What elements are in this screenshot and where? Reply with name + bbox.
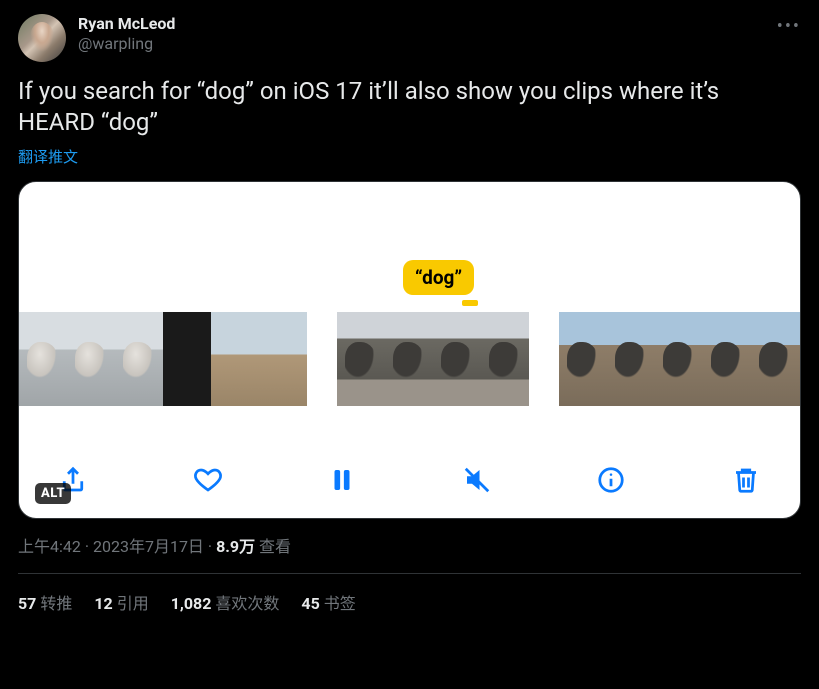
thumbnail (67, 312, 115, 406)
stat-quotes[interactable]: 12引用 (94, 590, 148, 614)
avatar[interactable] (18, 14, 66, 62)
tweet-text: If you search for “dog” on iOS 17 it’ll … (18, 76, 801, 138)
media-toolbar (19, 462, 800, 498)
thumbnail (259, 312, 307, 406)
handle[interactable]: @warpling (78, 34, 175, 54)
media-card[interactable]: “dog” (18, 181, 801, 519)
thumbnail (607, 312, 655, 406)
thumbnail (751, 312, 799, 406)
thumbnail (211, 312, 259, 406)
tweet-stats: 57转推 12引用 1,082喜欢次数 45书签 (18, 574, 801, 614)
tweet: Ryan McLeod @warpling ••• If you search … (0, 0, 819, 614)
tweet-time[interactable]: 上午4:42 (18, 537, 81, 556)
translate-link[interactable]: 翻译推文 (18, 146, 801, 167)
thumbnail (433, 312, 481, 406)
clip-group (559, 312, 800, 406)
tweet-date[interactable]: 2023年7月17日 (93, 537, 204, 556)
display-name[interactable]: Ryan McLeod (78, 14, 175, 34)
stat-likes[interactable]: 1,082喜欢次数 (171, 590, 280, 614)
caption-tick (462, 300, 478, 306)
thumbnail (799, 312, 800, 406)
thumbnail (703, 312, 751, 406)
thumbnail (337, 312, 385, 406)
caption-bubble: “dog” (403, 260, 474, 295)
video-timeline[interactable] (19, 312, 800, 406)
thumbnail (655, 312, 703, 406)
thumbnail (481, 312, 529, 406)
thumbnail (385, 312, 433, 406)
stat-bookmarks[interactable]: 45书签 (301, 590, 355, 614)
alt-badge[interactable]: ALT (35, 483, 71, 504)
thumbnail (115, 312, 163, 406)
views-label: 查看 (255, 537, 291, 556)
views-count[interactable]: 8.9万 (216, 537, 255, 556)
thumbnail (163, 312, 211, 406)
info-icon[interactable] (593, 462, 629, 498)
trash-icon[interactable] (728, 462, 764, 498)
heart-icon[interactable] (190, 462, 226, 498)
clip-group (337, 312, 529, 406)
thumbnail (19, 312, 67, 406)
more-menu-icon[interactable]: ••• (777, 16, 801, 37)
clip-group (19, 312, 307, 406)
tweet-meta: 上午4:42 · 2023年7月17日 · 8.9万 查看 (18, 533, 801, 557)
author-names: Ryan McLeod @warpling (78, 14, 175, 54)
stat-retweets[interactable]: 57转推 (18, 590, 72, 614)
pause-icon[interactable] (324, 462, 360, 498)
mute-icon[interactable] (459, 462, 495, 498)
tweet-header: Ryan McLeod @warpling ••• (18, 14, 801, 62)
thumbnail (559, 312, 607, 406)
